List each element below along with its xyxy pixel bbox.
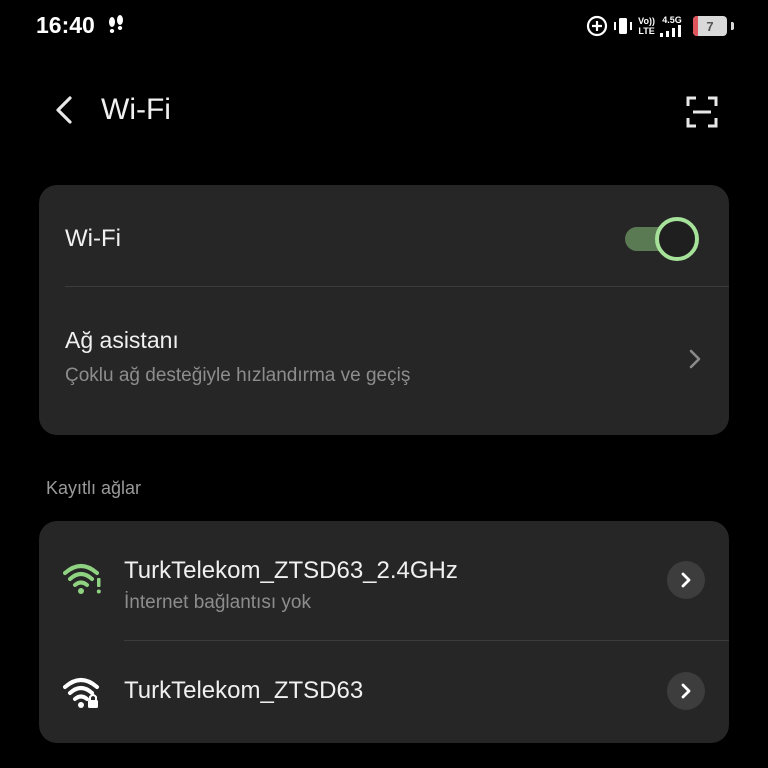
steps-icon <box>109 15 123 33</box>
wifi-settings-card: Wi-Fi Ağ asistanı Çoklu ağ desteğiyle hı… <box>39 185 729 435</box>
chevron-right-icon <box>681 683 691 699</box>
vibrate-icon <box>614 18 633 34</box>
saved-networks-label: Kayıtlı ağlar <box>46 478 142 498</box>
wifi-toggle-row[interactable]: Wi-Fi <box>39 185 729 287</box>
signal-indicator: 4.5G <box>659 15 685 37</box>
toggle-thumb <box>655 217 699 261</box>
network-details-button[interactable] <box>667 672 705 710</box>
network-name: TurkTelekom_ZTSD63_2.4GHz <box>124 557 458 584</box>
network-status: İnternet bağlantısı yok <box>124 592 311 613</box>
network-name: TurkTelekom_ZTSD63 <box>124 677 364 704</box>
network-assistant-title: Ağ asistanı <box>65 327 179 353</box>
back-arrow-icon <box>56 96 72 124</box>
battery-icon: 7 <box>693 16 727 36</box>
wifi-warning-icon <box>63 564 101 594</box>
data-saver-icon <box>587 15 608 37</box>
chevron-right-icon <box>681 572 691 588</box>
status-time: 16:40 <box>36 12 95 38</box>
network-assistant-row[interactable]: Ağ asistanı Çoklu ağ desteğiyle hızlandı… <box>39 287 729 435</box>
volte-indicator: Vo)) LTE <box>638 16 655 36</box>
page-title: Wi-Fi <box>101 93 171 126</box>
network-row[interactable]: TurkTelekom_ZTSD63_2.4GHz İnternet bağla… <box>39 521 729 631</box>
back-button[interactable] <box>44 90 84 130</box>
wifi-toggle-switch[interactable] <box>625 217 699 261</box>
wifi-settings-screen: 16:40 Vo)) LTE 4.5G 7 Wi-Fi Wi-Fi Ağ asi… <box>0 0 768 768</box>
signal-icon <box>660 25 681 37</box>
volte-label: Vo)) <box>638 16 655 26</box>
status-icons: Vo)) LTE 4.5G 7 <box>586 12 734 40</box>
qr-scan-button[interactable] <box>680 90 724 134</box>
saved-networks-card: TurkTelekom_ZTSD63_2.4GHz İnternet bağla… <box>39 521 729 743</box>
battery-fill <box>693 16 698 36</box>
network-details-button[interactable] <box>667 561 705 599</box>
wifi-toggle-label: Wi-Fi <box>65 225 121 252</box>
qr-scan-icon <box>686 96 718 128</box>
battery-tip <box>731 22 734 30</box>
lte-label: LTE <box>638 26 655 36</box>
network-row[interactable]: TurkTelekom_ZTSD63 <box>39 641 729 743</box>
battery-level: 7 <box>706 18 714 34</box>
wifi-lock-icon <box>63 678 99 708</box>
app-header: Wi-Fi <box>0 82 768 138</box>
chevron-right-icon <box>689 349 701 369</box>
status-bar: 16:40 Vo)) LTE 4.5G 7 <box>0 0 768 52</box>
network-assistant-subtitle: Çoklu ağ desteğiyle hızlandırma ve geçiş <box>65 365 411 386</box>
network-type-label: 4.5G <box>662 15 682 25</box>
